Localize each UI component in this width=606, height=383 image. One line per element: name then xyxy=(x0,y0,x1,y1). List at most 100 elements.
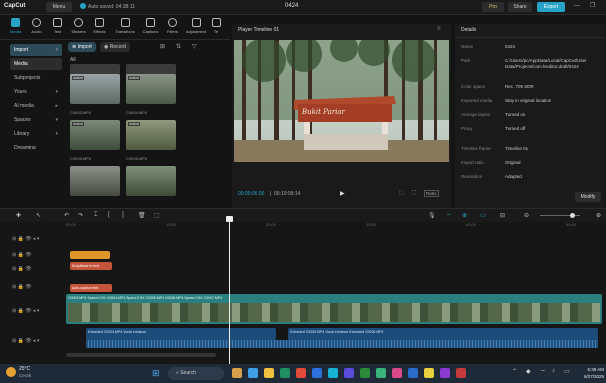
modify-button[interactable]: Modify xyxy=(575,192,601,202)
zoom-out-icon[interactable]: ⊖ xyxy=(524,212,529,219)
sort-icon[interactable]: ⇅ xyxy=(176,43,181,50)
details-tab[interactable]: Details xyxy=(461,27,476,33)
track-controls[interactable]: ⊞ 🔒 👁 ◂ ▾ xyxy=(12,338,39,344)
taskbar-app-icon[interactable] xyxy=(440,368,450,378)
taskbar-app-icon[interactable] xyxy=(392,368,402,378)
folder-icon[interactable] xyxy=(264,368,274,378)
zoom-fit-icon[interactable]: ⊟ xyxy=(500,212,505,219)
taskbar-app-icon[interactable] xyxy=(232,368,242,378)
pro-button[interactable]: Pro xyxy=(482,2,504,12)
media-thumb-c0003[interactable]: Added xyxy=(70,74,120,104)
share-button[interactable]: Share xyxy=(508,2,532,12)
taskbar-app-icon[interactable] xyxy=(344,368,354,378)
track-controls[interactable]: ⊞ 🔒 👁 ◂ ▾ xyxy=(12,236,39,242)
detail-row-name: Name 0424 xyxy=(461,44,516,49)
sidebar-item-media[interactable]: Media xyxy=(10,58,62,70)
video-preview[interactable] xyxy=(234,40,449,162)
fit-icon[interactable]: ⬚ xyxy=(399,190,404,196)
menu-icon[interactable]: ≡ xyxy=(437,26,441,32)
media-thumb[interactable] xyxy=(70,166,120,196)
media-thumb-c0005[interactable]: Added xyxy=(70,120,120,150)
sidebar-item-subprojects[interactable]: Subprojects xyxy=(10,72,62,84)
tool-transitions[interactable]: Transitions xyxy=(113,16,137,38)
tool-filters[interactable]: Filters xyxy=(163,16,182,38)
taskbar-app-icon[interactable] xyxy=(296,368,306,378)
tool-effects[interactable]: Effects xyxy=(90,16,109,38)
tool-media[interactable]: Media xyxy=(6,16,25,38)
tray-chevron-icon[interactable]: ⌃ xyxy=(512,368,517,375)
taskbar-search[interactable]: ⌕ Search xyxy=(168,367,224,380)
redo-icon[interactable]: ↷ xyxy=(78,212,83,219)
zoom-slider-thumb[interactable] xyxy=(570,213,575,218)
sidebar-item-import[interactable]: Import ▾ xyxy=(10,44,62,56)
tool-audio[interactable]: Audio xyxy=(27,16,46,38)
split-icon[interactable]: ⌶ xyxy=(94,212,98,219)
track-controls[interactable]: ⊞ 🔒 👁 xyxy=(12,284,32,290)
clip-video-main[interactable]: C0003.MP4 Speed 0.5X C0004.MP4 Speed 0.5… xyxy=(66,294,602,324)
tool-templates[interactable]: Te xyxy=(209,16,223,38)
word-icon[interactable] xyxy=(408,368,418,378)
filter-icon[interactable]: ▽ xyxy=(192,43,197,50)
sidebar-item-library[interactable]: Library ▾ xyxy=(10,128,62,140)
mic-icon[interactable]: 🎙 xyxy=(428,212,436,219)
play-button[interactable]: ▶ xyxy=(340,190,345,197)
media-thumb[interactable] xyxy=(126,166,176,196)
magnet-icon[interactable]: ⊕ xyxy=(462,212,467,219)
record-button[interactable]: ◉ Record xyxy=(100,42,130,52)
minimize-icon[interactable]: — xyxy=(574,3,580,9)
fullscreen-icon[interactable]: ⛶ xyxy=(412,190,416,196)
battery-icon[interactable]: ▭ xyxy=(564,368,570,375)
clip-audio-2[interactable]: Extracted C0005.MP4 Vocal enhance Extrac… xyxy=(288,328,598,340)
edge-icon[interactable] xyxy=(328,368,338,378)
volume-icon[interactable]: ♪ xyxy=(552,368,555,374)
grid-view-icon[interactable]: ⊞ xyxy=(160,43,165,50)
split-right-icon[interactable]: ] xyxy=(122,212,124,218)
tool-captions[interactable]: Captions xyxy=(140,16,161,38)
split-left-icon[interactable]: [ xyxy=(108,212,110,218)
clock-time[interactable]: 6:38 AM xyxy=(578,367,604,372)
restore-icon[interactable]: ❐ xyxy=(590,2,595,9)
link-icon[interactable]: ⇔ xyxy=(446,212,452,218)
tool-text[interactable]: Text xyxy=(48,16,67,38)
sidebar-item-ai-media[interactable]: AI media ▸ xyxy=(10,100,62,112)
menu-button[interactable]: Menu xyxy=(46,2,72,12)
timeline-scrollbar[interactable] xyxy=(66,353,216,357)
taskbar-app-icon[interactable] xyxy=(312,368,322,378)
export-button[interactable]: Export xyxy=(537,2,565,12)
clock-date[interactable]: 6/27/2025 xyxy=(576,374,604,379)
track-controls[interactable]: ⊞ 🔒 👁 xyxy=(12,252,32,258)
tool-stickers[interactable]: Stickers xyxy=(69,16,88,38)
clip-audio-1[interactable]: Extracted C0004.MP4 Vocal enhance xyxy=(86,328,276,340)
zoom-in-icon[interactable]: ⊕ xyxy=(596,212,601,219)
track-controls[interactable]: ⊞ 🔒 👁 ◂ ▾ xyxy=(12,308,39,314)
clip-text-1[interactable]: Scriptbase to text xyxy=(70,262,112,270)
undo-icon[interactable]: ↶ xyxy=(64,212,69,219)
playhead-handle[interactable] xyxy=(226,216,233,222)
preview-axis-icon[interactable]: ▭ xyxy=(480,212,486,219)
clip-text-2[interactable]: Auto-caption text xyxy=(70,284,112,292)
cursor-icon[interactable]: ↖ xyxy=(36,212,41,219)
taskbar-app-icon[interactable] xyxy=(248,368,258,378)
media-thumb-c0006[interactable]: Added xyxy=(126,120,176,150)
crop-icon[interactable]: ⬚ xyxy=(154,212,160,219)
clip-orange[interactable] xyxy=(70,251,110,259)
sidebar-item-spaces[interactable]: Spaces ▾ xyxy=(10,114,62,126)
chrome-icon[interactable] xyxy=(424,368,434,378)
taskbar-app-icon[interactable] xyxy=(360,368,370,378)
playhead[interactable] xyxy=(229,218,230,364)
wifi-icon[interactable]: ⌔ xyxy=(540,368,546,376)
ratio-button[interactable]: Ratio xyxy=(424,190,439,197)
media-thumb-c0004[interactable]: Added xyxy=(126,74,176,104)
track-controls[interactable]: ⊞ 🔒 👁 xyxy=(12,266,32,272)
windows-start-icon[interactable]: ⊞ xyxy=(152,368,160,378)
taskbar-app-icon[interactable] xyxy=(280,368,290,378)
sidebar-item-dreamina[interactable]: Dreamina xyxy=(10,142,62,154)
tool-adjustment[interactable]: Adjustment xyxy=(184,16,208,38)
taskbar-app-icon[interactable] xyxy=(376,368,386,378)
taskbar-app-icon[interactable] xyxy=(456,368,466,378)
delete-icon[interactable]: 🗑 xyxy=(138,212,146,219)
tray-app-icon[interactable]: ◆ xyxy=(526,368,531,375)
sidebar-item-yours[interactable]: Yours ▾ xyxy=(10,86,62,98)
select-tool-icon[interactable]: ✚ xyxy=(16,212,21,219)
import-button[interactable]: ⊕ Import xyxy=(68,42,96,52)
